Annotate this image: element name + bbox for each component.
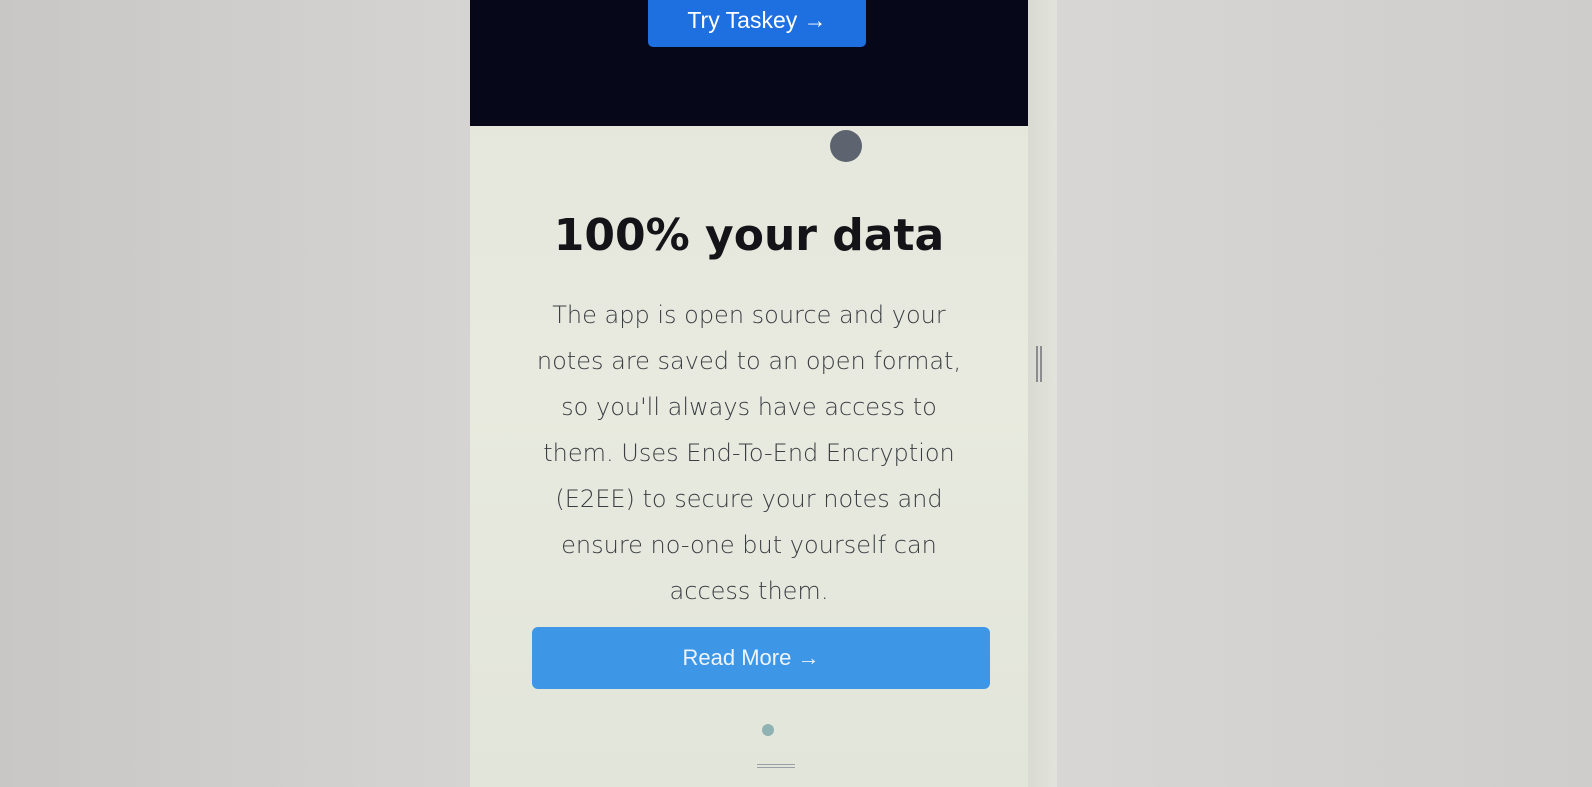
viewport-edge [1028, 0, 1057, 787]
carousel-indicator-icon[interactable] [830, 130, 862, 162]
feature-title: 100% your data [553, 210, 945, 261]
hero-section: Try Taskey → [470, 0, 1028, 126]
drag-handle-icon[interactable] [757, 764, 795, 768]
resize-handle-icon[interactable] [1036, 346, 1042, 382]
read-more-button[interactable]: Read More → [532, 627, 990, 689]
browser-viewport: Try Taskey → 100% your data The app is o… [470, 0, 1057, 787]
feature-section: 100% your data The app is open source an… [470, 200, 1028, 614]
try-taskey-button[interactable]: Try Taskey → [648, 0, 866, 47]
pagination-dot[interactable] [762, 724, 774, 736]
feature-description: The app is open source and your notes ar… [536, 301, 962, 605]
